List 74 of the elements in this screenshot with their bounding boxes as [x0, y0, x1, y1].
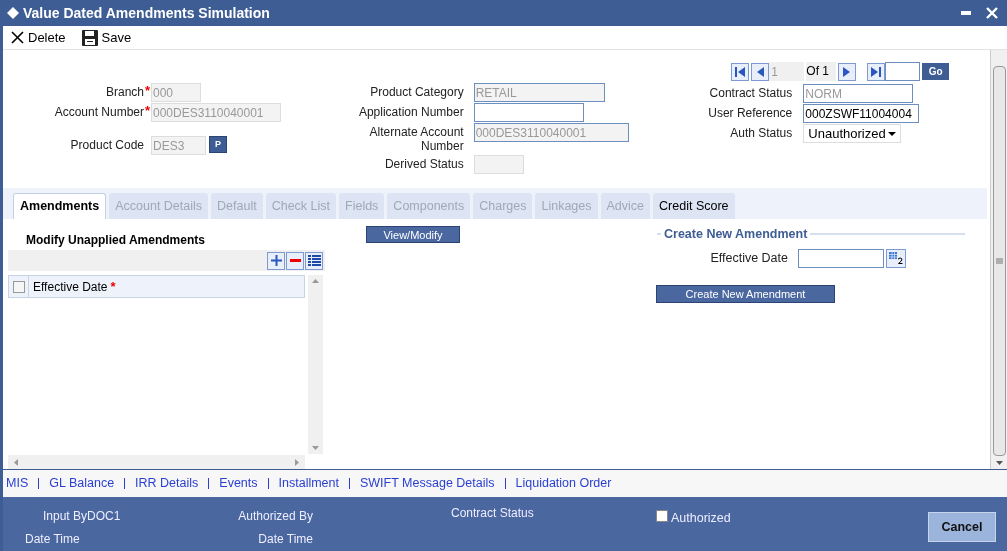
- field-label: Effective Date: [709, 249, 788, 267]
- scroll-down-icon[interactable]: [995, 461, 1003, 465]
- column-title: Effective Date: [33, 278, 108, 296]
- footer-label: Contract Status: [451, 506, 534, 520]
- list-view-button[interactable]: [305, 251, 323, 270]
- section-title: Modify Unapplied Amendments: [26, 232, 206, 249]
- link[interactable]: Events: [219, 474, 258, 493]
- tab[interactable]: Credit Score: [653, 193, 735, 219]
- link[interactable]: SWIFT Message Details: [360, 474, 495, 493]
- section-title: Create New Amendment: [664, 226, 808, 243]
- go-button[interactable]: Go: [922, 63, 950, 80]
- window-title: Value Dated Amendments Simulation: [23, 3, 271, 23]
- caret-icon: [888, 131, 897, 136]
- footer-label: Authorized By: [238, 508, 313, 525]
- page-count: Of 1: [806, 62, 837, 81]
- link[interactable]: Installment: [278, 474, 339, 493]
- checkbox-label: Authorized: [671, 510, 731, 527]
- field-label: Contract Status: [708, 85, 793, 100]
- field-label: Application Number: [357, 104, 464, 119]
- field-label: Auth Status: [729, 125, 793, 140]
- vertical-scrollbar[interactable]: [990, 50, 1007, 469]
- scroll-left-icon[interactable]: [14, 458, 18, 466]
- calendar-button[interactable]: [886, 248, 906, 268]
- save-button[interactable]: Save: [81, 27, 132, 48]
- close-icon[interactable]: [985, 6, 999, 20]
- date-field[interactable]: [798, 248, 884, 268]
- triangle-left-icon: [756, 66, 765, 77]
- field-label: Product Code: [69, 137, 144, 152]
- triangle-right-icon: [843, 66, 852, 77]
- checkbox[interactable]: [12, 280, 25, 293]
- field-label: Account Number: [53, 104, 144, 119]
- view-modify-button[interactable]: View/Modify: [366, 226, 460, 243]
- required-mark: *: [144, 83, 151, 99]
- cancel-button[interactable]: Cancel: [928, 512, 996, 542]
- skip-left-icon: [735, 66, 746, 77]
- input-field[interactable]: 000ZSWF11004004: [803, 104, 920, 123]
- grip-icon[interactable]: [995, 257, 1003, 264]
- field-label: Branch: [104, 84, 144, 99]
- horizontal-scrollbar[interactable]: [8, 455, 305, 469]
- last-page-button[interactable]: [867, 62, 886, 81]
- skip-right-icon: [871, 66, 882, 77]
- plus-icon: [270, 255, 282, 266]
- required-mark: *: [144, 103, 151, 119]
- page-input-field[interactable]: [885, 62, 921, 81]
- checkbox[interactable]: [656, 510, 668, 522]
- next-page-button[interactable]: [838, 62, 857, 81]
- vertical-scrollbar[interactable]: [308, 275, 323, 454]
- cross-icon: [11, 31, 24, 44]
- required-mark: *: [110, 277, 116, 296]
- add-row-button[interactable]: [267, 251, 285, 270]
- footer-label: Date Time: [25, 531, 81, 548]
- field-label: Derived Status: [383, 156, 464, 171]
- input-field[interactable]: [473, 103, 584, 122]
- first-page-button[interactable]: [731, 62, 750, 81]
- list-icon: [307, 255, 321, 266]
- field-label: Product Category: [369, 84, 464, 99]
- dropdown[interactable]: Unauthorized: [803, 124, 902, 143]
- link[interactable]: GL Balance: [49, 474, 115, 493]
- delete-button[interactable]: Delete: [11, 27, 66, 48]
- footer-label: Input ByDOC1: [43, 508, 122, 525]
- field-label: Alternate Account Number: [368, 124, 464, 153]
- minus-icon: [289, 259, 301, 262]
- tab[interactable]: Amendments: [13, 193, 107, 219]
- link[interactable]: MIS: [6, 474, 29, 493]
- delete-row-button[interactable]: [286, 251, 304, 270]
- create-amendment-button[interactable]: Create New Amendment: [656, 284, 835, 303]
- diamond-icon: [7, 7, 19, 19]
- link[interactable]: IRR Details: [135, 474, 199, 493]
- field-label: User Reference: [707, 105, 793, 120]
- footer-label: Date Time: [258, 531, 313, 548]
- link[interactable]: Liquidation Order: [515, 474, 612, 493]
- scroll-right-icon[interactable]: [295, 458, 299, 466]
- previous-page-button[interactable]: [751, 62, 770, 81]
- scroll-up-icon[interactable]: [312, 279, 319, 283]
